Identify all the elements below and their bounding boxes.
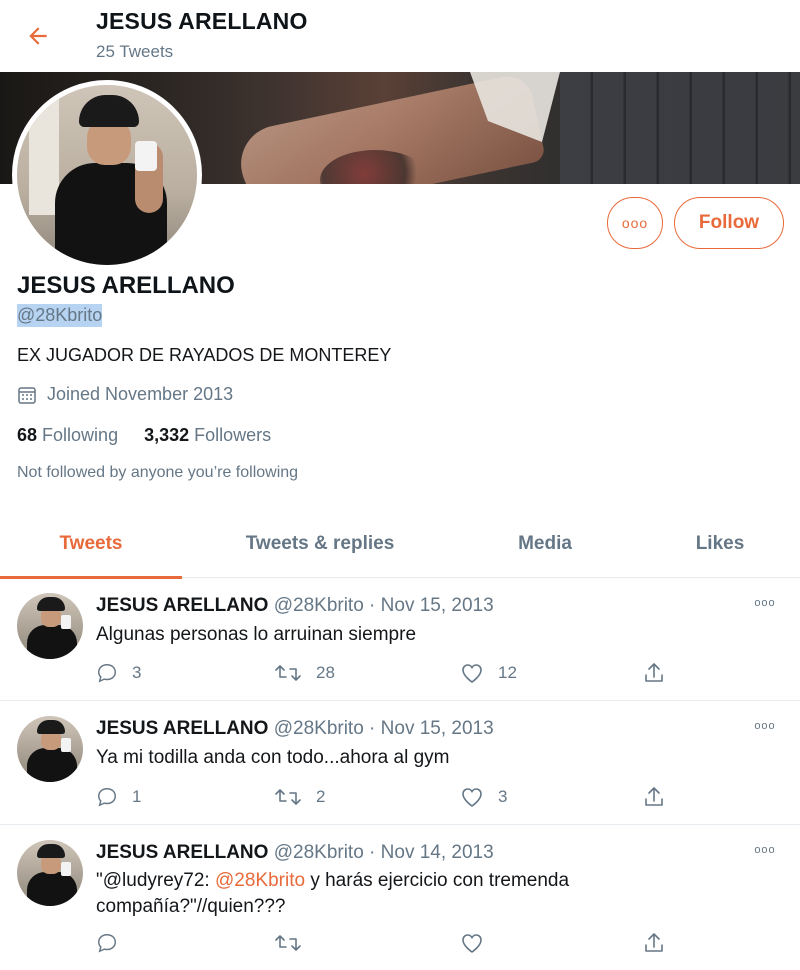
share-button[interactable] [642, 785, 666, 809]
more-options-button[interactable]: ooo [607, 197, 663, 249]
tweet-avatar[interactable] [17, 840, 83, 906]
tweet-text-quote: "@ludyrey72: [96, 870, 215, 891]
tweet-text: Algunas personas lo arruinan siempre [96, 624, 417, 645]
top-bar: JESUS ARELLANO 25 Tweets [0, 0, 800, 70]
heart-icon [462, 664, 482, 683]
tweet-meta[interactable]: @28Kbrito · Nov 14, 2013 [274, 842, 494, 863]
tweet-more-button[interactable]: ooo [750, 720, 780, 740]
tab-likes[interactable]: Likes [660, 510, 780, 578]
retweet-button[interactable] [274, 932, 302, 954]
followers-link[interactable]: 3,332 Followers [144, 425, 271, 446]
like-button[interactable]: 12 [460, 662, 517, 684]
tweet-item[interactable]: JESUS ARELLANO @28Kbrito · Nov 14, 2013 … [0, 826, 800, 970]
tweet-author-name[interactable]: JESUS ARELLANO [96, 595, 268, 616]
followers-label: Followers [194, 425, 272, 445]
retweet-button[interactable]: 28 [274, 662, 335, 684]
tweet-author-name[interactable]: JESUS ARELLANO [96, 842, 268, 863]
reply-button[interactable]: 1 [96, 786, 141, 808]
tab-tweets[interactable]: Tweets [0, 510, 182, 579]
tweet-more-button[interactable]: ooo [750, 844, 780, 864]
tweet-avatar[interactable] [17, 593, 83, 659]
tab-label: Media [518, 533, 572, 554]
tab-label: Tweets [59, 533, 123, 554]
heart-icon [462, 934, 482, 953]
tweet-avatar[interactable] [17, 716, 83, 782]
more-icon: ooo [621, 215, 649, 231]
following-label: Following [42, 425, 119, 445]
joined-text: Joined November 2013 [47, 384, 234, 404]
profile-tabs: Tweets Tweets & replies Media Likes [0, 510, 800, 579]
tweet-header: JESUS ARELLANO @28Kbrito · Nov 14, 2013 [96, 842, 494, 864]
reply-icon [98, 788, 116, 807]
tweet-mention-link[interactable]: @28Kbrito [215, 870, 305, 891]
retweet-icon [275, 665, 301, 681]
follow-stats: 68 Following 3,332 Followers [17, 425, 271, 446]
tweet-author-name[interactable]: JESUS ARELLANO [96, 718, 268, 739]
profile-name: JESUS ARELLANO [17, 272, 235, 299]
profile-handle: @28Kbrito [17, 304, 103, 327]
reply-icon [98, 934, 116, 953]
profile-avatar[interactable] [12, 80, 202, 270]
retweet-count: 28 [316, 663, 335, 682]
share-button[interactable] [642, 931, 666, 955]
tweet-item[interactable]: JESUS ARELLANO @28Kbrito · Nov 15, 2013 … [0, 579, 800, 701]
tweet-meta[interactable]: @28Kbrito · Nov 15, 2013 [274, 718, 494, 739]
retweet-icon [275, 789, 301, 805]
heart-icon [462, 788, 482, 807]
tweet-meta[interactable]: @28Kbrito · Nov 15, 2013 [274, 595, 494, 616]
retweet-count: 2 [316, 787, 326, 806]
tweet-text: Ya mi todilla anda con todo...ahora al g… [96, 747, 450, 768]
tweet-count: 25 Tweets [96, 42, 174, 61]
tab-tweets-replies[interactable]: Tweets & replies [206, 510, 434, 578]
following-link[interactable]: 68 Following [17, 425, 118, 446]
share-icon [645, 663, 663, 682]
calendar-icon [18, 386, 36, 404]
tweet-more-button[interactable]: ooo [750, 597, 780, 617]
retweet-icon [275, 935, 301, 951]
like-count: 12 [498, 663, 517, 682]
tweet-header: JESUS ARELLANO @28Kbrito · Nov 15, 2013 [96, 595, 494, 617]
followers-count: 3,332 [144, 425, 190, 445]
reply-icon [98, 664, 116, 683]
reply-count: 1 [132, 787, 142, 806]
tweet-text: "@ludyrey72: @28Kbrito y harás ejercicio… [96, 868, 616, 920]
arrow-left-icon [29, 27, 47, 45]
not-followed-notice: Not followed by anyone you’re following [17, 464, 299, 481]
tweet-header: JESUS ARELLANO @28Kbrito · Nov 15, 2013 [96, 718, 494, 740]
following-count: 68 [17, 425, 38, 445]
tab-label: Tweets & replies [245, 533, 395, 554]
reply-button[interactable]: 3 [96, 662, 141, 684]
follow-button[interactable]: Follow [674, 197, 784, 249]
tab-label: Likes [695, 533, 745, 554]
page-title: JESUS ARELLANO [96, 8, 308, 34]
tab-media[interactable]: Media [470, 510, 620, 578]
share-icon [645, 933, 663, 952]
profile-bio: EX JUGADOR DE RAYADOS DE MONTEREY [17, 345, 392, 365]
reply-count: 3 [132, 663, 142, 682]
tweet-item[interactable]: JESUS ARELLANO @28Kbrito · Nov 15, 2013 … [0, 702, 800, 825]
back-button[interactable] [22, 20, 54, 52]
like-count: 3 [498, 787, 508, 806]
reply-button[interactable] [96, 932, 118, 954]
like-button[interactable]: 3 [460, 786, 507, 808]
share-button[interactable] [642, 661, 666, 685]
retweet-button[interactable]: 2 [274, 786, 325, 808]
like-button[interactable] [460, 932, 484, 954]
joined-date: Joined November 2013 [17, 384, 233, 405]
share-icon [645, 787, 663, 806]
